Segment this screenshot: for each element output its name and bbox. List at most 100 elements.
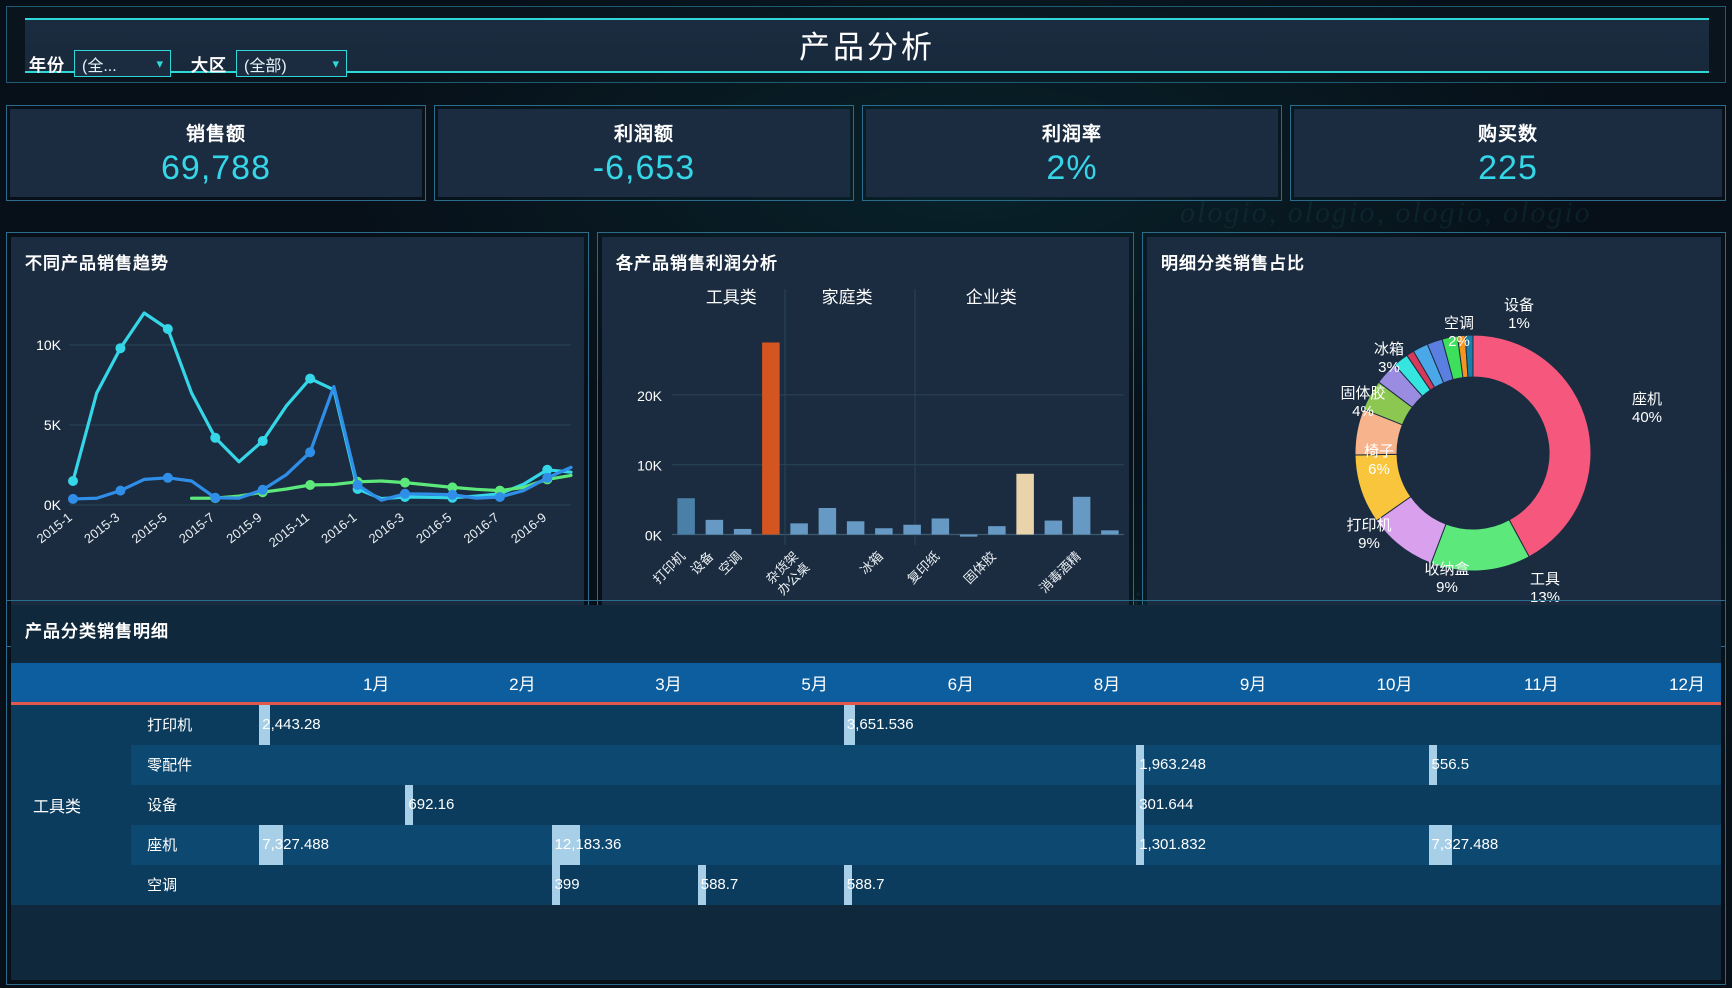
table-data-cell[interactable] (1574, 784, 1721, 825)
table-data-cell[interactable] (1282, 864, 1429, 905)
table-data-cell[interactable] (1574, 744, 1721, 785)
table-row[interactable]: 空调 399 588.7 588.7 (11, 864, 1721, 905)
year-dropdown[interactable]: (全... ▾ (74, 50, 171, 77)
bar-美术[interactable] (1101, 530, 1119, 535)
table-header-month[interactable]: 3月 (551, 663, 698, 703)
table-header-month[interactable]: 2月 (405, 663, 552, 703)
table-data-cell[interactable] (697, 824, 844, 865)
bar-书架[interactable] (903, 524, 921, 535)
table-data-cell[interactable]: 588.7 (843, 864, 991, 905)
bar-空调[interactable] (733, 528, 752, 535)
bar-冰箱[interactable] (875, 528, 893, 535)
bar-标签[interactable] (1044, 520, 1063, 535)
table-data-cell[interactable]: 3,651.536 (843, 703, 991, 745)
table-header-month[interactable]: 5月 (697, 663, 844, 703)
table-header-corner[interactable] (11, 663, 132, 703)
line-point (305, 480, 316, 490)
table-data-cell[interactable] (1428, 864, 1575, 905)
bar-group-label: 工具类 (706, 288, 757, 307)
table-data-cell[interactable]: 301.644 (1136, 784, 1283, 825)
table-header-month[interactable]: 11月 (1428, 663, 1575, 703)
table-data-cell[interactable] (551, 784, 698, 825)
bar-椅子[interactable] (846, 521, 865, 535)
table-row[interactable]: 零配件 1,963.248 556.5 (11, 744, 1721, 785)
table-data-cell[interactable]: 2,443.28 (259, 703, 406, 745)
kpi-card-margin[interactable]: 利润率 2% (862, 105, 1282, 201)
table-data-cell[interactable] (697, 784, 844, 825)
table-data-cell[interactable] (1428, 784, 1575, 825)
table-data-cell[interactable] (1282, 784, 1429, 825)
bar-打印机[interactable] (677, 498, 695, 535)
table-data-cell[interactable] (843, 744, 991, 785)
bar-信封[interactable] (959, 534, 978, 537)
table-data-cell[interactable]: 7,327.488 (1428, 824, 1575, 865)
donut-label-name: 工具 (1529, 571, 1560, 588)
bar-收纳盒[interactable] (1016, 473, 1034, 535)
table-data-cell[interactable] (990, 864, 1137, 905)
table-header-month[interactable]: 10月 (1282, 663, 1429, 703)
table-data-cell[interactable]: 588.7 (697, 864, 844, 905)
bar-办公桌[interactable] (818, 507, 837, 535)
kpi-card-orders[interactable]: 购买数 225 (1290, 105, 1726, 201)
table-data-cell[interactable] (259, 744, 406, 785)
table-data-cell[interactable] (1574, 824, 1721, 865)
table-header-month[interactable]: 1月 (259, 663, 406, 703)
line-chart-svg[interactable]: 0K5K10K2015-1 2015-3 2015-5 2015-7 2015-9 201… (11, 275, 584, 615)
donut-slice-座机[interactable] (1472, 334, 1592, 558)
table-header-month[interactable]: 9月 (1136, 663, 1283, 703)
table-data-cell[interactable] (1282, 824, 1429, 865)
table-data-cell[interactable] (405, 864, 552, 905)
table-data-cell[interactable] (843, 784, 991, 825)
table-data-cell[interactable]: 12,183.36 (551, 824, 698, 865)
table-data-cell[interactable] (551, 703, 698, 745)
bar-复印纸[interactable] (931, 518, 950, 535)
table-data-cell[interactable] (990, 784, 1137, 825)
table-data-cell[interactable] (697, 703, 844, 745)
table-data-cell[interactable] (1574, 703, 1721, 745)
table-data-cell[interactable] (405, 703, 552, 745)
table-data-cell[interactable] (259, 784, 406, 825)
table-data-cell[interactable] (990, 824, 1137, 865)
table-header-month[interactable]: 12月 (1574, 663, 1721, 703)
bar-座机[interactable] (762, 342, 780, 535)
table-header-corner[interactable] (131, 663, 260, 703)
table-data-cell[interactable] (697, 744, 844, 785)
table-header-month[interactable]: 8月 (990, 663, 1137, 703)
kpi-card-sales[interactable]: 销售额 69,788 (6, 105, 426, 201)
table-row[interactable]: 工具类 打印机 2,443.28 3,651.536 (11, 703, 1721, 905)
table-data-cell[interactable] (990, 703, 1137, 745)
bar-消毒酒精[interactable] (1072, 496, 1091, 535)
table-header-month[interactable]: 6月 (843, 663, 991, 703)
detail-table[interactable]: 1月 2月 3月 5月 6月 8月 9月 10月 11月 12月 工具类 打印机 2,443.28 3,… (11, 663, 1721, 905)
table-row[interactable]: 设备 692.16 301.644 (11, 784, 1721, 825)
table-data-cell[interactable] (1282, 703, 1429, 745)
table-data-cell[interactable]: 1,963.248 (1136, 744, 1283, 785)
kpi-card-profit[interactable]: 利润额 -6,653 (434, 105, 854, 201)
table-row[interactable]: 座机 7,327.488 12,183.36 1,301.832 7,327.488 (11, 824, 1721, 865)
table-data-cell[interactable] (1136, 864, 1283, 905)
table-data-cell[interactable] (405, 824, 552, 865)
bar-设备[interactable] (705, 519, 724, 535)
cell-value-text: 7,327.488 (1431, 836, 1499, 853)
table-data-cell[interactable]: 399 (551, 864, 698, 905)
table-data-cell[interactable] (1428, 703, 1575, 745)
bar-固体胶[interactable] (988, 526, 1006, 535)
table-data-cell[interactable] (1136, 703, 1283, 745)
region-dropdown[interactable]: (全部) ▾ (236, 50, 347, 77)
table-data-cell[interactable]: 692.16 (405, 784, 552, 825)
chevron-down-icon: ▾ (332, 55, 339, 71)
bar-chart-svg[interactable]: 0K 10K 20K 工具类 家庭类 企业类打印机 设备 空调 杂货架办公桌 冰箱 复印纸 固体胶 消毒… (602, 277, 1129, 642)
table-data-cell[interactable] (259, 864, 406, 905)
line-point (162, 324, 173, 334)
table-data-cell[interactable]: 556.5 (1428, 744, 1575, 785)
table-data-cell[interactable]: 7,327.488 (259, 824, 406, 865)
table-data-cell[interactable] (843, 824, 991, 865)
table-subcategory-cell: 空调 (131, 864, 260, 905)
table-data-cell[interactable] (551, 744, 698, 785)
table-data-cell[interactable] (990, 744, 1137, 785)
table-data-cell[interactable] (405, 744, 552, 785)
bar-杂货架[interactable] (790, 523, 808, 535)
table-data-cell[interactable] (1282, 744, 1429, 785)
table-data-cell[interactable]: 1,301.832 (1136, 824, 1283, 865)
table-data-cell[interactable] (1574, 864, 1721, 905)
